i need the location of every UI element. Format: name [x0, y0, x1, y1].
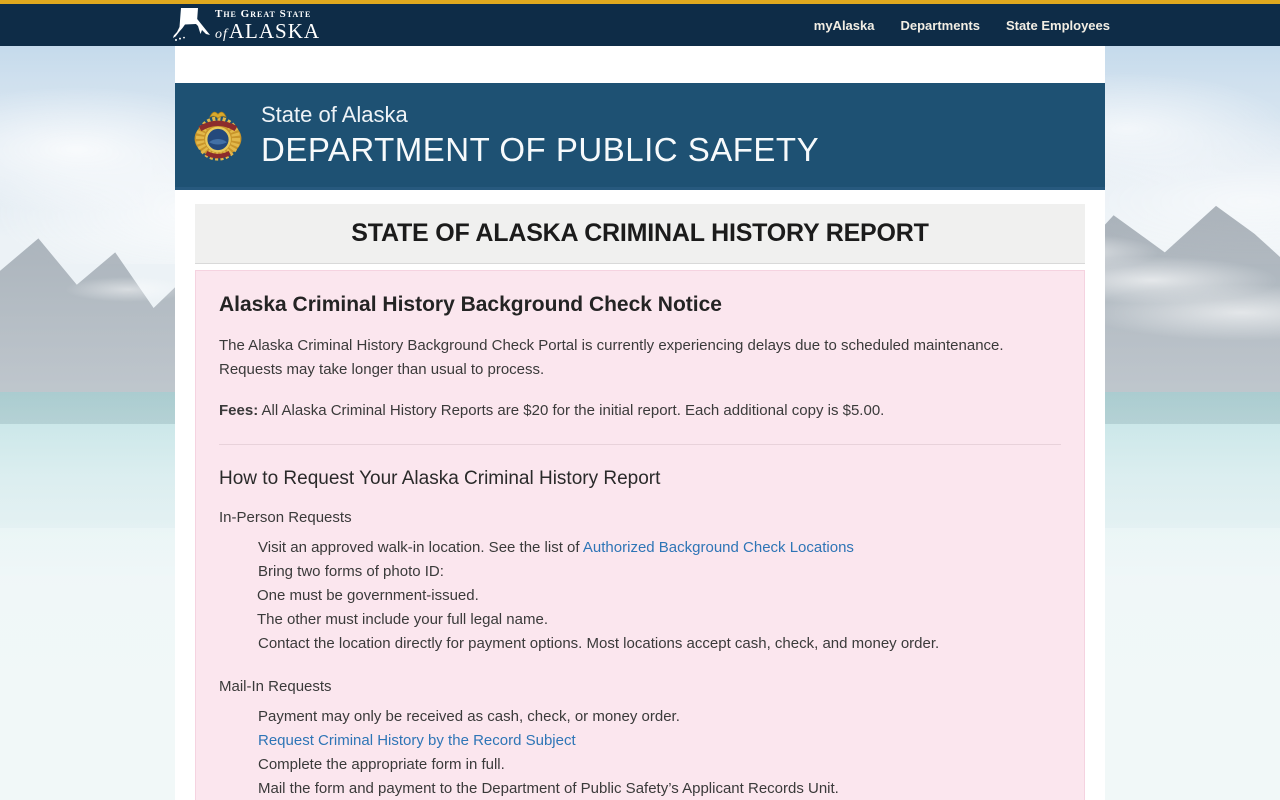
- list-item: Request Criminal History by the Record S…: [219, 729, 1061, 753]
- alaska-logo-text: The Great State ofALASKA: [215, 8, 321, 43]
- list-item: Payment may only be received as cash, ch…: [258, 708, 680, 725]
- logo-alaska: ALASKA: [228, 18, 321, 43]
- notice-heading: Alaska Criminal History Background Check…: [219, 293, 722, 316]
- nav-link-state-employees[interactable]: State Employees: [1006, 18, 1110, 33]
- request-by-record-subject-link[interactable]: Request Criminal History by the Record S…: [258, 732, 576, 749]
- fees-label: Fees:: [219, 402, 259, 419]
- section-divider: [219, 444, 1061, 445]
- alaska-logo[interactable]: The Great State ofALASKA: [172, 7, 320, 43]
- top-navigation: myAlaska Departments State Employees: [814, 18, 1280, 33]
- list-item: Visit an approved walk-in location. See …: [219, 536, 1061, 560]
- logo-of: of: [215, 26, 228, 42]
- in-person-list: Visit an approved walk-in location. See …: [219, 536, 1061, 656]
- fees-paragraph: Fees: All Alaska Criminal History Report…: [219, 399, 1061, 423]
- in-person-heading: In-Person Requests: [219, 509, 352, 526]
- mail-in-heading: Mail-In Requests: [219, 678, 332, 695]
- content-area: STATE OF ALASKA CRIMINAL HISTORY REPORT …: [195, 204, 1085, 800]
- list-item: One must be government-issued.: [257, 587, 479, 604]
- list-item: Complete the appropriate form in full.: [258, 756, 505, 773]
- list-item-text: Visit an approved walk-in location. See …: [258, 539, 583, 556]
- report-title-bar: STATE OF ALASKA CRIMINAL HISTORY REPORT: [195, 204, 1085, 264]
- authorized-locations-link[interactable]: Authorized Background Check Locations: [583, 539, 854, 556]
- howto-heading: How to Request Your Alaska Criminal Hist…: [219, 468, 661, 489]
- notice-body: The Alaska Criminal History Background C…: [219, 337, 1004, 378]
- state-top-bar: The Great State ofALASKA myAlaska Depart…: [0, 0, 1280, 46]
- list-item: Contact the location directly for paymen…: [258, 635, 940, 652]
- department-header-band: State of Alaska DEPARTMENT OF PUBLIC SAF…: [175, 83, 1105, 190]
- state-of-alaska-label: State of Alaska: [261, 101, 408, 127]
- department-title: DEPARTMENT OF PUBLIC SAFETY: [261, 130, 820, 168]
- fees-text: All Alaska Criminal History Reports are …: [258, 402, 885, 419]
- page-title: STATE OF ALASKA CRIMINAL HISTORY REPORT: [351, 219, 929, 247]
- list-item: Mail the form and payment to the Departm…: [258, 780, 839, 797]
- list-item: The other must include your full legal n…: [257, 611, 548, 628]
- nav-link-myalaska[interactable]: myAlaska: [814, 18, 875, 33]
- mail-in-list: Payment may only be received as cash, ch…: [219, 705, 1061, 800]
- department-titles: State of Alaska DEPARTMENT OF PUBLIC SAF…: [261, 102, 819, 169]
- page-column: State of Alaska DEPARTMENT OF PUBLIC SAF…: [175, 46, 1105, 800]
- nav-link-departments[interactable]: Departments: [900, 18, 979, 33]
- logo-name: ofALASKA: [215, 18, 321, 43]
- notice-panel: Alaska Criminal History Background Check…: [195, 270, 1085, 800]
- dps-badge-icon: [191, 106, 245, 164]
- list-item: Bring two forms of photo ID:: [258, 563, 444, 580]
- photo-id-sublist: One must be government-issued. The other…: [219, 584, 1061, 632]
- alaska-state-icon: [172, 7, 212, 43]
